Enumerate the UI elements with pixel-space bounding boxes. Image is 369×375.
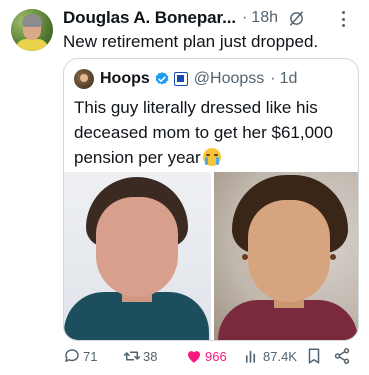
header-separator: · bbox=[241, 9, 248, 26]
quoted-avatar[interactable] bbox=[74, 69, 94, 89]
author-avatar[interactable] bbox=[11, 9, 53, 51]
quoted-text-block: This guy literally dressed like his dece… bbox=[74, 95, 354, 170]
quoted-separator: · bbox=[270, 70, 276, 87]
quoted-name[interactable]: Hoops bbox=[100, 70, 150, 88]
post-text: New retirement plan just dropped. bbox=[63, 32, 319, 51]
crying-face-icon bbox=[202, 148, 221, 166]
reply-count: 71 bbox=[83, 348, 98, 364]
repost-count: 38 bbox=[143, 348, 158, 364]
avatar-shirt bbox=[16, 39, 48, 51]
photo-right[interactable] bbox=[213, 172, 358, 340]
quoted-time[interactable]: 1d bbox=[280, 70, 298, 88]
post-header: Douglas A. Bonepar... · 18h bbox=[63, 7, 359, 29]
heart-icon bbox=[188, 351, 200, 363]
like-count: 966 bbox=[205, 348, 227, 364]
reply-icon bbox=[65, 349, 79, 362]
verified-icon bbox=[155, 72, 169, 85]
more-icon[interactable] bbox=[341, 11, 345, 27]
post-time[interactable]: 18h bbox=[251, 9, 278, 27]
views-icon bbox=[245, 350, 256, 363]
author-name[interactable]: Douglas A. Bonepar... bbox=[63, 8, 236, 28]
action-bar: 71 38 966 87.4K bbox=[63, 346, 363, 366]
quoted-handle[interactable]: @Hoopss bbox=[194, 70, 265, 88]
quoted-post[interactable]: Hoops @Hoopss · 1d This guy literally dr… bbox=[63, 58, 359, 341]
reply-button[interactable]: 71 bbox=[63, 346, 97, 366]
avatar-hair bbox=[22, 14, 42, 27]
views-button[interactable]: 87.4K bbox=[243, 346, 297, 366]
share-button[interactable] bbox=[333, 346, 351, 366]
quoted-media bbox=[64, 172, 358, 340]
photo-right-earring-right bbox=[329, 254, 336, 260]
photo-left-face bbox=[96, 197, 178, 297]
repost-icon bbox=[123, 351, 141, 361]
post[interactable]: Douglas A. Bonepar... · 18h New retireme… bbox=[0, 0, 369, 375]
affiliate-badge-icon bbox=[173, 72, 188, 86]
views-count: 87.4K bbox=[263, 348, 297, 364]
photo-left[interactable] bbox=[64, 172, 211, 340]
bookmark-icon bbox=[308, 348, 320, 364]
repost-button[interactable]: 38 bbox=[123, 346, 157, 366]
quoted-header: Hoops @Hoopss · 1d bbox=[74, 68, 297, 90]
photo-right-earring-left bbox=[241, 254, 248, 260]
share-icon bbox=[334, 348, 350, 364]
bookmark-button[interactable] bbox=[305, 346, 323, 366]
photo-right-face bbox=[247, 200, 330, 302]
grok-icon[interactable] bbox=[288, 10, 305, 27]
like-button[interactable]: 966 bbox=[185, 346, 227, 366]
